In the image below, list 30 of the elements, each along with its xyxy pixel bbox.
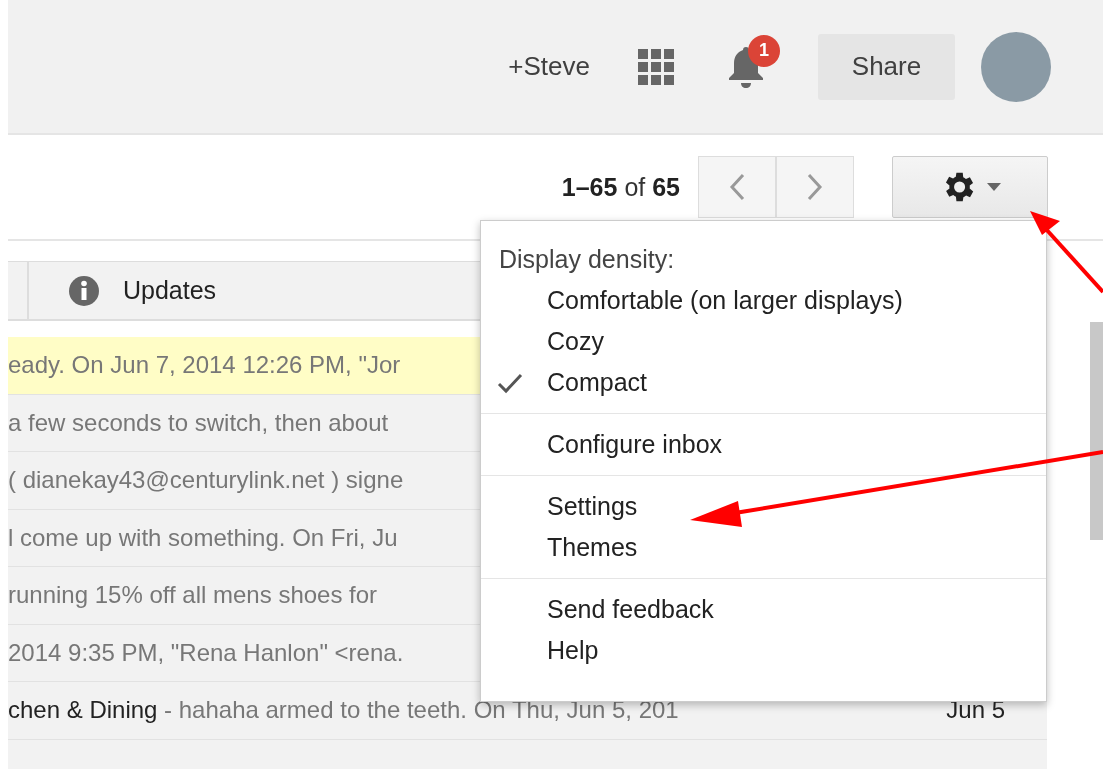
caret-icon	[987, 183, 1001, 191]
page-range: 1–65 of 65	[561, 172, 680, 202]
menu-item[interactable]: Help	[481, 630, 1046, 671]
settings-button[interactable]	[892, 156, 1048, 218]
apps-grid-icon[interactable]	[638, 48, 674, 85]
email-text: a few seconds to switch, then about	[8, 408, 389, 437]
user-link[interactable]: +Steve	[508, 51, 590, 82]
menu-item[interactable]: Themes	[481, 527, 1046, 568]
menu-heading: Display density:	[498, 244, 676, 275]
email-text: l come up with something. On Fri, Ju	[8, 523, 398, 552]
scrollbar[interactable]	[1090, 322, 1103, 540]
menu-item[interactable]: Comfortable (on larger displays)	[481, 280, 1046, 321]
menu-item[interactable]: Compact	[481, 362, 1046, 403]
chevron-right-icon	[807, 173, 823, 201]
email-text: running 15% off all mens shoes for	[8, 581, 378, 610]
email-text: ( dianekay43@centurylink.net ) signe	[8, 466, 404, 495]
previous-page-button[interactable]	[698, 156, 776, 218]
info-icon	[69, 275, 99, 306]
menu-item[interactable]: Configure inbox	[481, 424, 1046, 465]
menu-item[interactable]: Settings	[481, 486, 1046, 527]
email-text: 2014 9:35 PM, "Rena Hanlon" <rena.	[8, 638, 404, 667]
share-button[interactable]: Share	[818, 33, 955, 100]
menu-item[interactable]: Cozy	[481, 321, 1046, 362]
chevron-left-icon	[729, 173, 745, 201]
notification-count: 1	[748, 34, 780, 67]
menu-item[interactable]: Send feedback	[481, 589, 1046, 630]
next-page-button[interactable]	[776, 156, 854, 218]
category-tab[interactable]: Updates	[27, 262, 247, 319]
check-icon	[497, 372, 523, 394]
email-text: eady. On Jun 7, 2014 12:26 PM, "Jor	[8, 351, 401, 380]
